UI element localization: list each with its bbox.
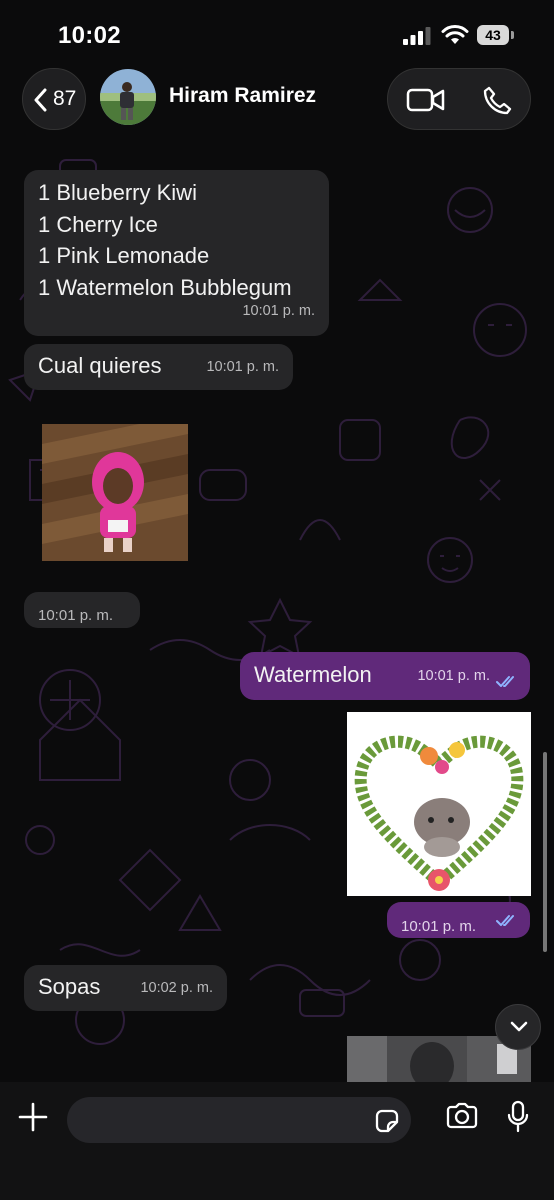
message-text: Watermelon <box>254 662 372 687</box>
message-bubble-outgoing[interactable]: 10:01 p. m. <box>387 902 530 938</box>
status-bar: 10:02 43 <box>0 0 554 70</box>
message-line: 1 Cherry Ice <box>38 211 158 237</box>
read-receipt-icon <box>496 915 514 926</box>
message-input[interactable] <box>67 1097 411 1143</box>
message-line: 1 Blueberry Kiwi <box>38 180 197 205</box>
image-message-incoming[interactable] <box>42 424 188 561</box>
scroll-to-bottom-button[interactable] <box>495 1004 541 1050</box>
message-time: 10:01 p. m. <box>206 358 279 375</box>
chevron-down-icon <box>510 1021 528 1032</box>
video-call-icon[interactable] <box>406 87 446 113</box>
message-line: 1 Pink Lemonade <box>38 243 210 268</box>
unread-count: 87 <box>53 87 77 110</box>
message-text: Cual quieres <box>38 353 162 378</box>
message-bubble-outgoing[interactable]: Watermelon 10:01 p. m. <box>240 652 530 700</box>
contact-name[interactable]: Hiram Ramirez <box>169 84 316 108</box>
plus-icon[interactable] <box>18 1102 48 1132</box>
message-time: 10:01 p. m. <box>401 918 477 935</box>
message-bubble-incoming[interactable]: 10:01 p. m. <box>24 592 140 628</box>
battery-icon: 43 <box>477 25 515 45</box>
sticker-icon[interactable] <box>373 1107 401 1135</box>
scroll-indicator[interactable] <box>543 752 547 952</box>
message-time: 10:01 p. m. <box>242 302 315 319</box>
wifi-icon <box>441 25 469 44</box>
call-actions <box>387 68 531 130</box>
signal-icon <box>403 27 431 45</box>
phone-icon[interactable] <box>482 85 512 115</box>
message-time: 10:01 p. m. <box>38 607 114 624</box>
camera-icon[interactable] <box>445 1102 479 1130</box>
microphone-icon[interactable] <box>507 1100 529 1134</box>
read-receipt-icon <box>496 676 514 687</box>
message-time: 10:02 p. m. <box>140 979 213 996</box>
chevron-left-icon <box>34 88 47 112</box>
message-bubble-incoming[interactable]: Sopas 10:02 p. m. <box>24 965 227 1011</box>
back-button[interactable]: 87 <box>22 68 86 130</box>
chat-header: 87 Hiram Ramirez <box>0 62 554 142</box>
status-time: 10:02 <box>58 22 121 49</box>
message-time: 10:01 p. m. <box>417 667 490 684</box>
composer-bar <box>0 1082 554 1200</box>
message-bubble-incoming[interactable]: 1 Blueberry Kiwi 1 Cherry Ice 1 Pink Lem… <box>24 170 329 336</box>
battery-level: 43 <box>477 25 509 45</box>
message-bubble-incoming[interactable]: Cual quieres 10:01 p. m. <box>24 344 293 390</box>
image-message-outgoing[interactable] <box>347 712 531 896</box>
avatar[interactable] <box>100 69 156 125</box>
message-text: Sopas <box>38 974 101 999</box>
